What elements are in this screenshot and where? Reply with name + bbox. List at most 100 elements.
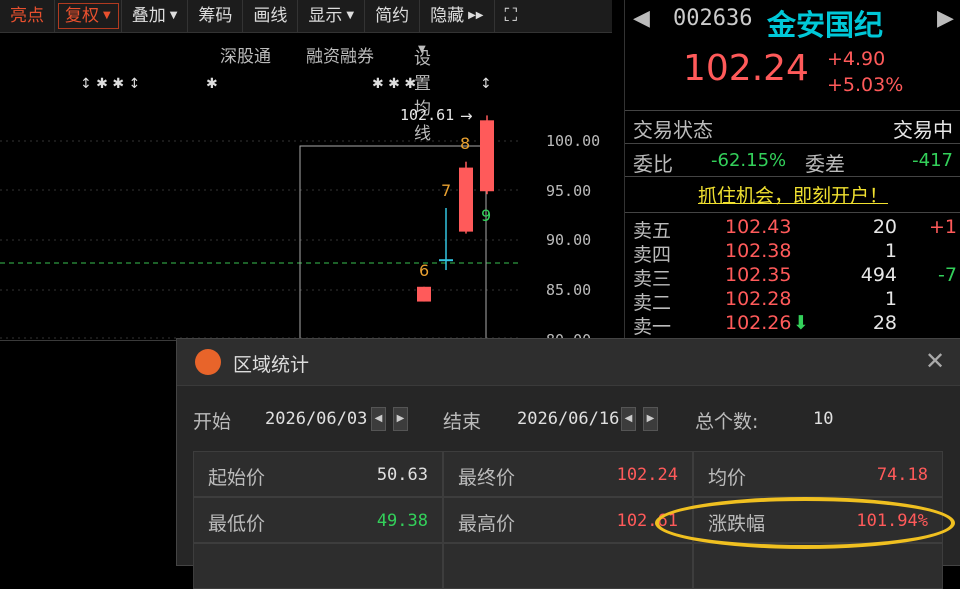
divider	[625, 176, 960, 177]
open-account-link[interactable]: 抓住机会，即刻开户！	[625, 181, 960, 208]
candle-body[interactable]	[439, 259, 453, 262]
orderbook-row[interactable]: 卖四 102.38 1	[633, 240, 959, 266]
caret-down-icon: ▼	[169, 10, 178, 21]
orderbook-row[interactable]: 卖五 102.43 20 +1	[633, 216, 959, 242]
toolbar-simple-button[interactable]: 简约	[365, 0, 421, 32]
orderbook-volume: 1	[884, 288, 897, 310]
end-prev-button[interactable]: ◀	[621, 407, 636, 431]
orderbook-row[interactable]: 卖三 102.35 494 -7	[633, 264, 959, 290]
candlestick-chart[interactable]: ↕ ✱ ✱ ↕ ✱ ✱ ✱ ✱ ↕ 100.00 95.00 90.00 85.…	[0, 66, 612, 377]
selection-region[interactable]	[299, 145, 487, 377]
toolbar-label: 简约	[375, 6, 410, 26]
stat-key: 最终价	[458, 467, 516, 489]
expand-icon[interactable]: ⛶	[495, 0, 528, 32]
divider	[0, 340, 176, 341]
orderbook-level: 卖二	[633, 292, 672, 314]
caret-down-icon: ▼	[103, 10, 111, 21]
orderbook-level: 卖一	[633, 316, 672, 338]
toolbar-label: 叠加	[131, 6, 166, 26]
close-icon[interactable]: ✕	[925, 347, 945, 375]
orderbook-row[interactable]: 卖二 102.28 1	[633, 288, 959, 314]
chart-svg: ↕ ✱ ✱ ↕ ✱ ✱ ✱ ✱ ↕ 100.00 95.00 90.00 85.…	[0, 76, 600, 377]
toolbar-label: 隐藏	[430, 6, 465, 26]
end-date-field[interactable]: 2026/06/16	[517, 409, 619, 429]
event-marker: ↕ ✱ ✱ ↕	[80, 76, 140, 92]
trading-status-row: 交易状态 交易中	[633, 114, 953, 143]
toolbar-label: 画线	[253, 6, 288, 26]
stat-key: 最低价	[208, 513, 266, 535]
orderbook-delta: +1	[928, 216, 957, 238]
end-label: 结束	[443, 411, 482, 433]
toolbar-display-button[interactable]: 显示 ▼	[298, 0, 366, 32]
stat-cell: 最低价 49.38	[193, 497, 443, 543]
last-price: 102.24	[683, 48, 809, 89]
stat-value: 49.38	[376, 511, 428, 531]
stat-cell	[193, 543, 443, 589]
toolbar-hide-button[interactable]: 隐藏 ▶▶	[420, 0, 495, 32]
orderbook-level: 卖四	[633, 244, 672, 266]
orderbook-level: 卖三	[633, 268, 672, 290]
candle-body[interactable]	[459, 167, 473, 232]
start-label: 开始	[193, 411, 232, 433]
diff-value: -417	[912, 150, 953, 171]
count-label: 总个数:	[695, 411, 759, 433]
orderbook-volume: 494	[860, 264, 897, 286]
chart-subbar: 深股通 融资融券 设置均线 ▼	[0, 40, 612, 144]
stat-value: 74.18	[876, 465, 928, 485]
candle-body[interactable]	[480, 120, 494, 192]
price-axis-label: 100.00	[546, 132, 600, 150]
ratio-value: -62.15%	[711, 150, 787, 171]
end-next-button[interactable]: ▶	[643, 407, 658, 431]
toolbar-adjust-button[interactable]: 复权 ▼	[55, 0, 122, 32]
orderbook-price: 102.35	[725, 264, 792, 286]
ratio-label: 委比	[633, 152, 673, 176]
orderbook-row[interactable]: 卖一 102.26 28 ⬇	[633, 312, 959, 338]
orderbook-price: 102.26	[725, 312, 792, 334]
high-price-label: 102.61	[400, 106, 454, 124]
divider	[625, 212, 960, 213]
candle-number: 9	[481, 206, 491, 225]
orderbook-price: 102.43	[725, 216, 792, 238]
candle-body[interactable]	[417, 286, 431, 302]
double-arrow-right-icon: ▶▶	[468, 10, 484, 21]
prev-stock-icon[interactable]: ◀	[633, 6, 650, 31]
toolbar-chips-button[interactable]: 筹码	[188, 0, 244, 32]
orderbook-delta: -7	[938, 264, 957, 286]
toolbar-label: 显示	[308, 6, 343, 26]
toolbar-overlay-button[interactable]: 叠加 ▼	[122, 0, 189, 32]
margin-trading-link[interactable]: 融资融券	[306, 42, 374, 67]
start-prev-button[interactable]: ◀	[371, 407, 386, 431]
next-stock-icon[interactable]: ▶	[937, 6, 954, 31]
divider	[625, 110, 960, 111]
sz-connect-link[interactable]: 深股通	[220, 42, 271, 67]
orderbook-price: 102.28	[725, 288, 792, 310]
caret-down-icon: ▼	[418, 44, 426, 55]
app-logo-icon	[195, 349, 221, 375]
diff-label: 委差	[805, 152, 845, 176]
start-next-button[interactable]: ▶	[393, 407, 408, 431]
divider	[625, 143, 960, 144]
price-axis-label: 90.00	[546, 231, 591, 249]
stat-key: 均价	[708, 467, 747, 489]
quote-panel: ◀ 002636 金安国纪 ▶ 102.24 +4.90 +5.03% 交易状态…	[624, 0, 960, 340]
dialog-title: 区域统计	[233, 354, 310, 376]
highlight-annotation	[655, 497, 955, 549]
stock-code: 002636	[673, 6, 753, 31]
stat-cell	[693, 543, 943, 589]
stat-cell: 起始价 50.63	[193, 451, 443, 497]
stat-key: 起始价	[208, 467, 266, 489]
toolbar-draw-button[interactable]: 画线	[243, 0, 299, 32]
stat-cell	[443, 543, 693, 589]
arrow-right-icon: →	[460, 107, 473, 125]
toolbar-highlight-button[interactable]: 亮点	[0, 0, 55, 32]
orderbook-volume: 1	[884, 240, 897, 262]
stock-name: 金安国纪	[767, 8, 884, 42]
toolbar-label: 复权	[65, 6, 99, 26]
orderbook-price: 102.38	[725, 240, 792, 262]
stat-value: 50.63	[376, 465, 428, 485]
price-change-pct: +5.03%	[827, 74, 904, 96]
caret-down-icon: ▼	[346, 10, 355, 21]
start-date-field[interactable]: 2026/06/03	[265, 409, 367, 429]
event-marker: ↕	[480, 76, 492, 92]
price-axis-label: 85.00	[546, 281, 591, 299]
